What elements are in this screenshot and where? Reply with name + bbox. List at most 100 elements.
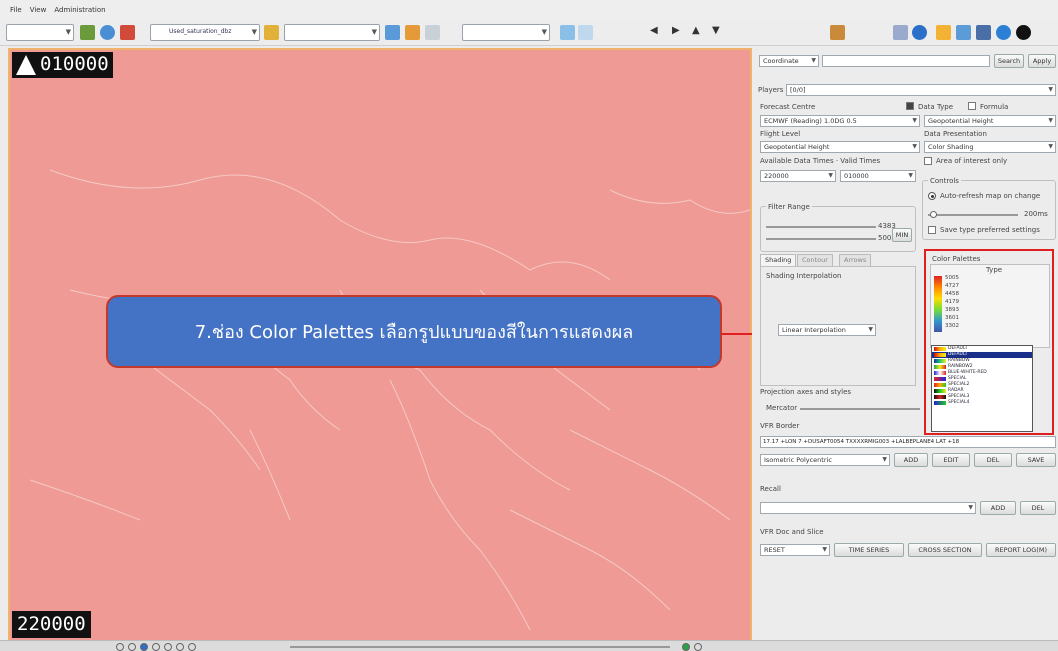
recall-del-button[interactable]: DEL: [1020, 501, 1056, 515]
search-input[interactable]: [822, 55, 990, 67]
apply-button-label: Apply: [1032, 57, 1052, 65]
cross-section-button[interactable]: CROSS SECTION: [908, 543, 982, 557]
menu-bar: File View Administration: [0, 0, 1058, 20]
pin-icon[interactable]: [560, 25, 575, 40]
projection-value: Mercator: [766, 404, 798, 412]
forecast-centre-combo[interactable]: ECMWF (Reading) 1.0DG 0.5 ▼: [760, 115, 920, 127]
vfr-text-input[interactable]: 17.17 +LON 7 +DUSAFT0054 TXXXXRMIG003 +L…: [760, 436, 1056, 448]
globe-status-icon[interactable]: [140, 643, 148, 651]
hand-icon[interactable]: [830, 25, 845, 40]
menu-file[interactable]: File: [10, 6, 22, 14]
time2-combo[interactable]: 010000 ▼: [840, 170, 916, 182]
vfr-edit-label: EDIT: [943, 456, 959, 464]
zoom-out-icon[interactable]: [128, 643, 136, 651]
recall-add-button[interactable]: ADD: [980, 501, 1016, 515]
menu-administration[interactable]: Administration: [54, 6, 105, 14]
earth-icon[interactable]: [100, 25, 115, 40]
draw-icon[interactable]: [893, 25, 908, 40]
vfr-combo[interactable]: Isometric Polycentric ▼: [760, 454, 890, 466]
menu-view[interactable]: View: [30, 6, 47, 14]
refresh-slider-knob[interactable]: [930, 211, 937, 218]
formula-checkbox[interactable]: [968, 102, 976, 110]
help-icon[interactable]: [996, 25, 1011, 40]
shading-interp-label: Shading Interpolation: [766, 272, 842, 280]
search-button[interactable]: Search: [994, 54, 1024, 68]
save-type-checkbox[interactable]: [928, 226, 936, 234]
select-icon[interactable]: [164, 643, 172, 651]
valid-time-top: 010000: [12, 52, 113, 78]
nav-up-button[interactable]: ▲: [692, 25, 700, 36]
data-presentation-value: Color Shading: [928, 143, 974, 151]
time-icon[interactable]: [425, 25, 440, 40]
time-series-button[interactable]: TIME SERIES: [834, 543, 904, 557]
vfr-doc-combo-value: RESET: [764, 546, 785, 554]
area-interest-checkbox[interactable]: [924, 157, 932, 165]
players-combo[interactable]: [0/0] ▼: [786, 84, 1056, 96]
tab-arrows[interactable]: Arrows: [839, 254, 872, 266]
north-arrow-icon: [16, 55, 36, 75]
loop-icon[interactable]: [694, 643, 702, 651]
vfr-text-value: 17.17 +LON 7 +DUSAFT0054 TXXXXRMIG003 +L…: [763, 439, 960, 445]
datatype-combo[interactable]: Geopotential Height ▼: [924, 115, 1056, 127]
time-slider[interactable]: [290, 646, 670, 648]
cloud-icon[interactable]: [936, 25, 951, 40]
export-icon[interactable]: [956, 25, 971, 40]
vfr-save-button[interactable]: SAVE: [1016, 453, 1056, 467]
time-combo[interactable]: ▼: [462, 24, 550, 41]
recall-del-label: DEL: [1031, 504, 1045, 512]
projection-slider[interactable]: [800, 408, 920, 410]
product-combo[interactable]: Used_saturation_dbz ▼: [150, 24, 260, 41]
globe2-icon[interactable]: [912, 25, 927, 40]
nav-right-button[interactable]: ▶: [672, 25, 680, 36]
vfr-del-label: DEL: [986, 456, 1000, 464]
vfr-doc-label: VFR Doc and Slice: [760, 528, 824, 536]
tab-shading[interactable]: Shading: [760, 254, 797, 266]
lock-icon[interactable]: [906, 102, 914, 110]
settings-icon[interactable]: [1016, 25, 1031, 40]
auto-refresh-radio[interactable]: [928, 192, 936, 200]
valid-time-bottom-text: 220000: [17, 613, 86, 635]
interpolation-combo[interactable]: Linear Interpolation ▼: [778, 324, 876, 336]
pan-icon[interactable]: [152, 643, 160, 651]
layer-icon[interactable]: [120, 25, 135, 40]
filter-min-button[interactable]: MIN: [892, 228, 912, 242]
available-times-label: Available Data Times · Valid Times: [760, 157, 881, 165]
table-icon[interactable]: [385, 25, 400, 40]
report-log-button[interactable]: REPORT LOG(M): [986, 543, 1056, 557]
datatype-label: Data Type: [918, 103, 954, 111]
nav-left-button[interactable]: ◀: [650, 25, 658, 36]
nav-down-button[interactable]: ▼: [712, 25, 720, 36]
filter-max-slider[interactable]: [766, 226, 876, 228]
filter-min-slider[interactable]: [766, 238, 876, 240]
interpolation-value: Linear Interpolation: [782, 326, 846, 334]
level-combo[interactable]: ▼: [284, 24, 380, 41]
refresh-slider[interactable]: [928, 214, 1018, 216]
vfr-border-label: VFR Border: [760, 422, 800, 430]
print-icon[interactable]: [188, 643, 196, 651]
zoom-in-icon[interactable]: [116, 643, 124, 651]
auto-refresh-label: Auto-refresh map on change: [940, 192, 1041, 200]
apply-button[interactable]: Apply: [1028, 54, 1056, 68]
folder-icon[interactable]: [264, 25, 279, 40]
controls-label: Controls: [928, 177, 961, 185]
recall-combo[interactable]: ▼: [760, 502, 976, 514]
save-icon[interactable]: [976, 25, 991, 40]
flight-level-combo[interactable]: Geopotential Height ▼: [760, 141, 920, 153]
play-icon[interactable]: [682, 643, 690, 651]
vfr-del-button[interactable]: DEL: [974, 453, 1012, 467]
chart-icon[interactable]: [405, 25, 420, 40]
layer-combo[interactable]: ▼: [6, 24, 74, 41]
time1-combo[interactable]: 220000 ▼: [760, 170, 836, 182]
measure-icon[interactable]: [176, 643, 184, 651]
coordinate-combo[interactable]: Coordinate ▼: [759, 55, 819, 67]
pin2-icon[interactable]: [578, 25, 593, 40]
tab-contour[interactable]: Contour: [797, 254, 833, 266]
time2-value: 010000: [844, 172, 869, 180]
vfr-add-label: ADD: [903, 456, 919, 464]
data-presentation-combo[interactable]: Color Shading ▼: [924, 141, 1056, 153]
globe-icon[interactable]: [80, 25, 95, 40]
vfr-add-button[interactable]: ADD: [894, 453, 928, 467]
vfr-doc-combo[interactable]: RESET ▼: [760, 544, 830, 556]
vfr-edit-button[interactable]: EDIT: [932, 453, 970, 467]
time-series-label: TIME SERIES: [848, 546, 890, 554]
